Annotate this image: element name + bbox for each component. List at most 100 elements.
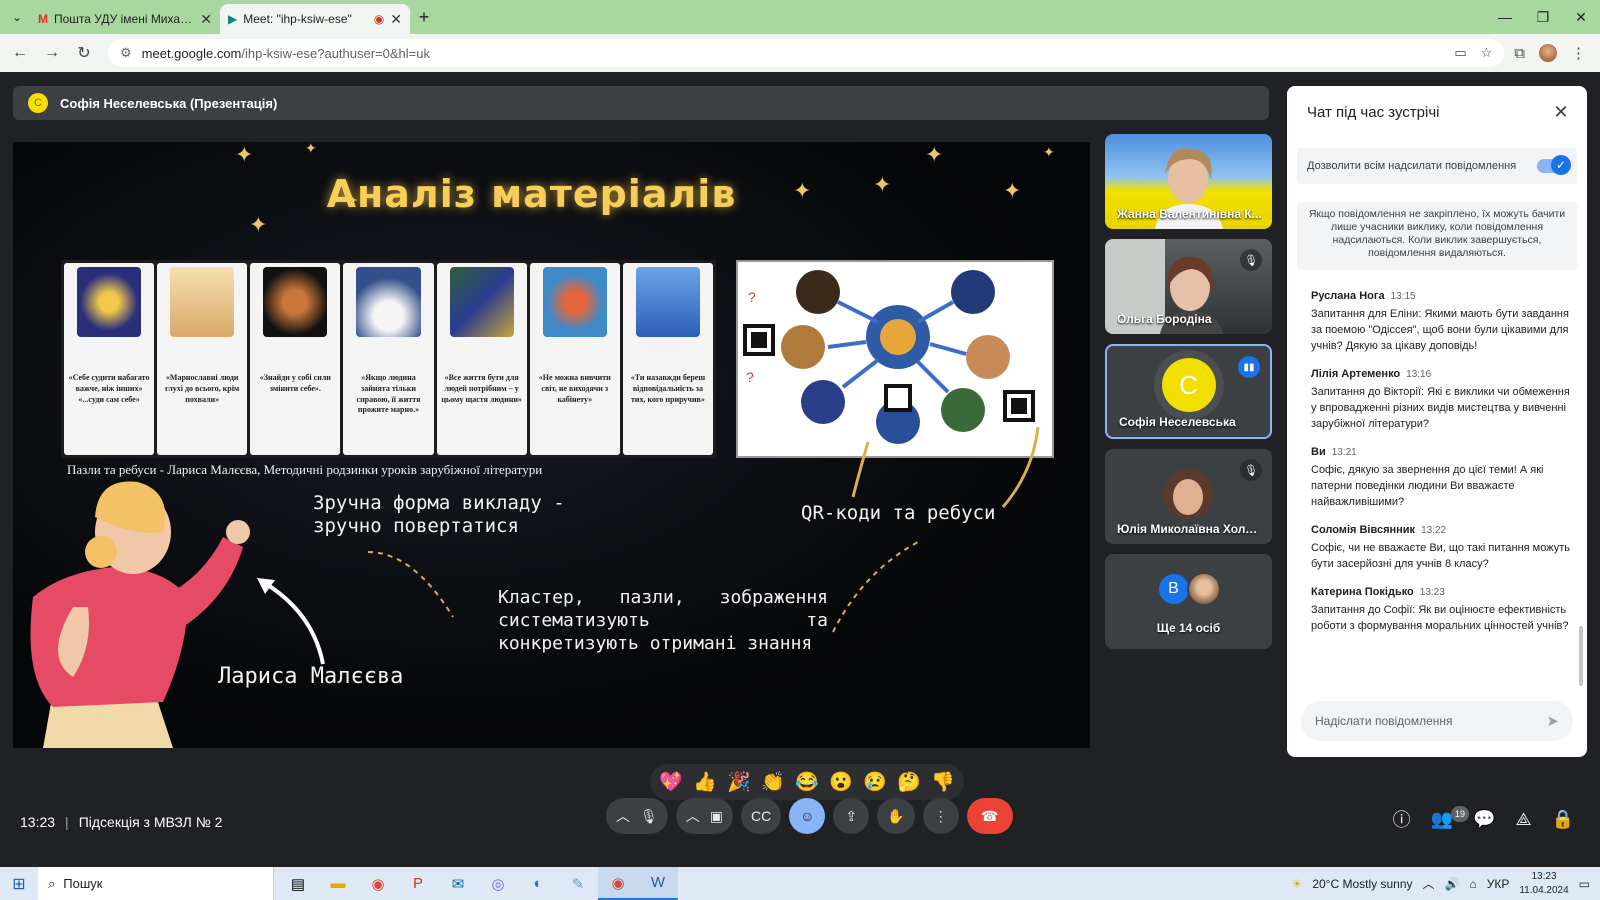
- side-controls: ⓘ 👥 💬 ⟁ 🔒: [1393, 806, 1574, 832]
- volume-icon[interactable]: 🔊: [1445, 877, 1460, 891]
- message-author: Ви: [1311, 446, 1326, 458]
- word-icon[interactable]: W: [638, 867, 678, 900]
- message-time: 13:16: [1406, 369, 1432, 380]
- app-icon[interactable]: ✎: [558, 867, 598, 900]
- url-host: meet.google.com: [141, 45, 242, 61]
- chat-message: Соломія Вівсянник 13:22 Софіє, чи не вваж…: [1311, 524, 1571, 572]
- allow-messages-toggle[interactable]: [1537, 155, 1571, 175]
- tab-search-icon[interactable]: ⌄: [4, 4, 30, 30]
- clock-date: 11.04.2024: [1519, 884, 1569, 896]
- camera-icon[interactable]: ▭: [1454, 45, 1466, 61]
- reaction-thumbs-up-icon[interactable]: 👍: [690, 770, 720, 794]
- viber-icon[interactable]: ◎: [478, 867, 518, 900]
- tray-chevron-icon[interactable]: ︿: [1423, 875, 1435, 892]
- minimize-icon[interactable]: —: [1486, 9, 1524, 26]
- allow-messages-row: Дозволити всім надсилати повідомлення: [1297, 148, 1577, 184]
- taskbar-search-label: Пошук: [63, 876, 103, 891]
- powerpoint-icon[interactable]: P: [398, 867, 438, 900]
- reaction-sad-icon[interactable]: 😢: [860, 770, 890, 794]
- forward-icon[interactable]: →: [38, 39, 66, 67]
- participant-tile[interactable]: 🎙 Юлія Миколаївна Холо...: [1105, 449, 1272, 544]
- menu-kebab-icon[interactable]: ⋮: [1571, 44, 1586, 62]
- participant-name: Ольга Бородіна: [1117, 312, 1212, 326]
- participant-tile[interactable]: С ▮▮ Софія Неселевська: [1105, 344, 1272, 439]
- close-tab-icon[interactable]: ✕: [390, 11, 402, 28]
- present-screen-button[interactable]: ⇪: [833, 798, 870, 834]
- participant-tile[interactable]: Жанна Валентинівна К...: [1105, 134, 1272, 229]
- chat-icon[interactable]: 💬: [1473, 809, 1495, 830]
- site-info-icon[interactable]: ⚙: [120, 45, 132, 61]
- people-icon[interactable]: 👥: [1431, 809, 1453, 830]
- file-explorer-icon[interactable]: ▬: [318, 867, 358, 900]
- language-indicator[interactable]: УКР: [1487, 877, 1510, 891]
- more-participants-tile[interactable]: В Ще 14 осіб: [1105, 554, 1272, 649]
- bookmark-star-icon[interactable]: ☆: [1481, 45, 1493, 61]
- activities-icon[interactable]: ⟁: [1516, 809, 1532, 830]
- send-icon[interactable]: ➤: [1546, 712, 1559, 730]
- presenter-label: Софія Неселевська (Презентація): [60, 95, 278, 111]
- close-tab-icon[interactable]: ✕: [200, 11, 212, 28]
- chat-message-input[interactable]: Надіслати повідомлення ➤: [1301, 701, 1573, 741]
- network-icon[interactable]: ⌂: [1469, 877, 1476, 891]
- browser-icon[interactable]: ◐: [518, 867, 558, 900]
- reaction-clap-icon[interactable]: 👏: [758, 770, 788, 794]
- clock-time: 13:23: [1531, 870, 1557, 882]
- weather-text[interactable]: 20°C Mostly sunny: [1312, 877, 1412, 891]
- back-icon[interactable]: ←: [6, 39, 34, 67]
- weather-icon[interactable]: ☀: [1292, 877, 1303, 891]
- chrome-open-icon[interactable]: ◉: [598, 867, 638, 900]
- tab-gmail[interactable]: M Пошта УДУ імені Михайла Др ✕: [30, 4, 220, 34]
- reaction-surprised-icon[interactable]: 😮: [826, 770, 856, 794]
- host-controls-icon[interactable]: 🔒: [1552, 809, 1574, 830]
- taskbar-search[interactable]: ⌕ Пошук: [38, 867, 274, 900]
- windows-start-icon[interactable]: ⊞: [0, 874, 38, 894]
- recording-icon: ◉: [373, 12, 385, 26]
- extensions-icon[interactable]: ⧉: [1514, 45, 1525, 62]
- reaction-party-icon[interactable]: 🎉: [724, 770, 754, 794]
- meeting-name: Підсекція з МВЗЛ № 2: [78, 814, 223, 830]
- reaction-thinking-icon[interactable]: 🤔: [894, 770, 924, 794]
- search-icon: ⌕: [48, 875, 56, 891]
- new-tab-button[interactable]: +: [410, 7, 438, 28]
- message-text: Софіє, чи не вважаєте Ви, що такі питанн…: [1311, 542, 1570, 570]
- more-options-button[interactable]: ⋮: [922, 798, 959, 834]
- restore-icon[interactable]: ❐: [1524, 9, 1562, 26]
- reaction-thumbs-down-icon[interactable]: 👎: [928, 770, 958, 794]
- profile-avatar[interactable]: [1539, 44, 1557, 62]
- close-icon[interactable]: ✕: [1549, 100, 1573, 124]
- mail-icon[interactable]: ✉: [438, 867, 478, 900]
- meet-icon: ▶: [228, 12, 238, 26]
- raise-hand-button[interactable]: ✋: [877, 798, 915, 834]
- emoji-reactions-button[interactable]: ☺: [789, 798, 826, 834]
- chat-scrollbar[interactable]: [1579, 626, 1583, 686]
- captions-button[interactable]: CC: [741, 798, 782, 834]
- chrome-icon[interactable]: ◉: [358, 867, 398, 900]
- task-view-icon[interactable]: ▤: [278, 867, 318, 900]
- reaction-laugh-icon[interactable]: 😂: [792, 770, 822, 794]
- address-bar: ← → ↻ ⚙ meet.google.com/ihp-ksiw-ese?aut…: [0, 34, 1600, 72]
- leave-call-button[interactable]: ☎: [966, 798, 1013, 834]
- url-path: /ihp-ksiw-ese?authuser=0&hl=uk: [241, 45, 430, 61]
- chat-message: Катерина Покідько 13:23 Запитання до Софі…: [1311, 586, 1571, 634]
- taskbar-clock[interactable]: 13:23 11.04.2024: [1519, 870, 1568, 898]
- message-author: Руслана Нога: [1311, 290, 1385, 302]
- notifications-icon[interactable]: ▭: [1579, 877, 1590, 891]
- camera-button[interactable]: ︿ ▣: [675, 798, 734, 834]
- reaction-heart-icon[interactable]: 💖: [656, 770, 686, 794]
- chat-messages: Руслана Нога 13:15 Запитання для Еліни: Я…: [1311, 290, 1571, 648]
- mic-icon: 🎙: [640, 807, 658, 824]
- participant-tile[interactable]: 🎙 Ольга Бородіна: [1105, 239, 1272, 334]
- reload-icon[interactable]: ↻: [70, 39, 98, 67]
- chevron-up-icon[interactable]: ︿: [616, 806, 630, 826]
- participant-name: Юлія Миколаївна Холо...: [1117, 522, 1262, 536]
- chevron-up-icon[interactable]: ︿: [686, 806, 700, 826]
- participant-avatar: С: [1161, 358, 1216, 412]
- info-icon[interactable]: ⓘ: [1393, 806, 1411, 832]
- more-vert-icon: ⋮: [933, 807, 948, 824]
- message-text: Запитання до Софії: Як ви оцінюєте ефект…: [1311, 604, 1569, 632]
- tab-meet[interactable]: ▶ Meet: "ihp-ksiw-ese" ◉ ✕: [220, 4, 410, 34]
- mic-off-icon: 🎙: [1240, 249, 1262, 271]
- url-field[interactable]: ⚙ meet.google.com/ihp-ksiw-ese?authuser=…: [108, 39, 1505, 67]
- microphone-button[interactable]: ︿ 🎙: [606, 798, 668, 834]
- close-window-icon[interactable]: ✕: [1562, 9, 1600, 26]
